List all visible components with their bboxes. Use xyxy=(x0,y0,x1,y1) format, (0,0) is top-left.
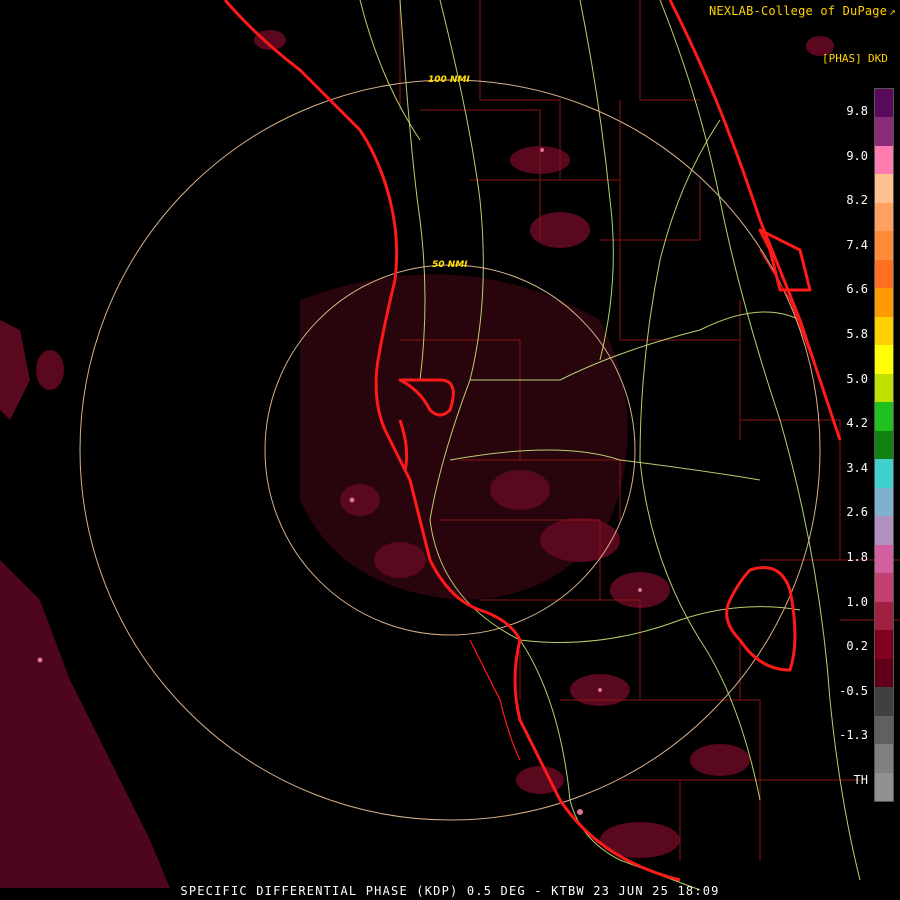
color-scale-tick-label: -0.5 xyxy=(839,683,868,698)
external-link-icon[interactable]: ↗ xyxy=(889,5,896,18)
color-scale-tick-label: 5.0 xyxy=(846,371,868,386)
ring-label-50: 50 NMI xyxy=(432,260,468,270)
color-scale-swatch xyxy=(875,117,893,147)
color-scale-tick-label: 5.8 xyxy=(846,327,868,341)
color-scale-swatch xyxy=(875,288,893,318)
color-scale-swatch xyxy=(875,345,893,375)
radar-map: 50 NMI 100 NMI xyxy=(0,0,900,900)
color-scale-swatch xyxy=(875,744,893,773)
product-caption: SPECIFIC DIFFERENTIAL PHASE (KDP) 0.5 DE… xyxy=(180,884,720,898)
credit-text[interactable]: NEXLAB-College of DuPage ↗ xyxy=(709,4,896,18)
color-scale-swatch xyxy=(875,687,893,717)
color-scale-tick-label: 4.2 xyxy=(846,416,868,431)
color-scale-tick-label: 3.4 xyxy=(846,460,868,475)
color-scale-tick-label: 7.4 xyxy=(846,237,868,252)
color-scale-swatch xyxy=(875,715,893,745)
color-scale-swatch xyxy=(875,573,893,603)
color-scale-swatch xyxy=(875,459,893,489)
legend-unit: [PHAS] xyxy=(822,52,862,65)
color-scale-tick-label: 1.8 xyxy=(846,550,868,564)
color-scale-tick-label: TH xyxy=(853,773,868,787)
color-scale-tick-label: 1.0 xyxy=(846,594,868,609)
color-scale-swatch xyxy=(875,601,893,631)
color-scale-tick-label: 9.8 xyxy=(846,104,868,118)
color-scale-swatch xyxy=(875,772,893,802)
color-scale-bar xyxy=(874,88,894,802)
color-scale-swatch xyxy=(875,658,893,688)
credit-label[interactable]: NEXLAB-College of DuPage xyxy=(709,4,887,18)
color-scale-swatch xyxy=(875,231,893,261)
color-scale-swatch xyxy=(875,373,893,403)
color-scale-tick-label: 9.0 xyxy=(846,148,868,163)
color-scale-tick-label: -1.3 xyxy=(839,728,868,743)
color-scale-tick-label: 6.6 xyxy=(846,282,868,297)
color-scale-swatch xyxy=(875,430,893,460)
ring-label-100: 100 NMI xyxy=(428,75,470,85)
color-scale-tick-label: 8.2 xyxy=(846,193,868,208)
color-scale-swatch xyxy=(875,145,893,175)
color-scale-swatch xyxy=(875,259,893,289)
color-scale-swatch xyxy=(875,516,893,546)
color-scale-tick-label: 0.2 xyxy=(846,639,868,654)
legend-title: DKD xyxy=(868,52,888,65)
color-scale-swatch xyxy=(875,89,893,118)
color-scale-swatch xyxy=(875,544,893,574)
color-scale-swatch xyxy=(875,630,893,660)
color-scale-swatch xyxy=(875,487,893,517)
color-scale-tick-label: 2.6 xyxy=(846,505,868,520)
color-scale-swatch xyxy=(875,316,893,346)
color-scale-swatch xyxy=(875,402,893,432)
color-scale-swatch xyxy=(875,202,893,232)
color-scale-swatch xyxy=(875,174,893,204)
